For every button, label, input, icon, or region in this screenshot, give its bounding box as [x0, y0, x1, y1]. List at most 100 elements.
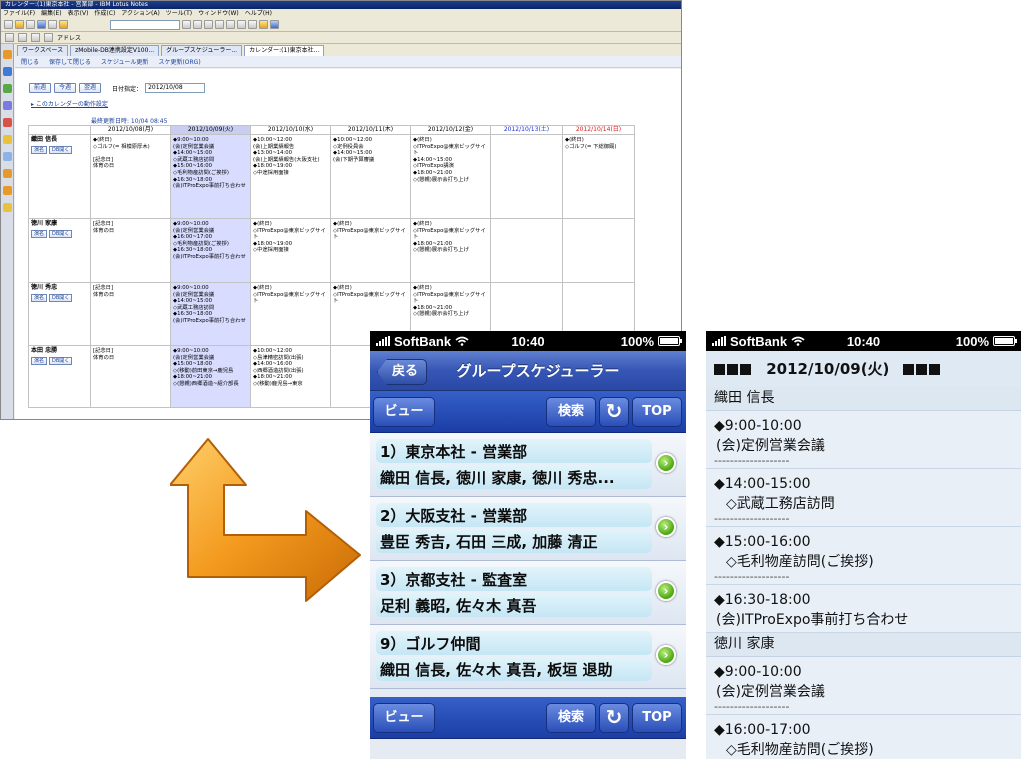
list-icon[interactable]	[215, 20, 224, 29]
save-icon[interactable]	[37, 20, 46, 29]
calendar-cell[interactable]	[490, 218, 563, 283]
calendar-cell[interactable]: ◆(終日) ◇ゴルフ(= 下総御厩)	[562, 134, 635, 219]
mail-button[interactable]: 演名	[31, 293, 48, 302]
calendar-cell[interactable]: [記念日] 体育の日	[90, 345, 171, 408]
tab-calendar[interactable]: カレンダー:(1)東京本社...	[244, 45, 325, 56]
refresh-icon[interactable]: ↻	[599, 703, 629, 733]
contacts-icon[interactable]	[2, 101, 12, 110]
calendar-cell[interactable]: ◆(終日) ◇ITProExpo@東京ビッグサイト ◆14:00~15:00 ◇…	[410, 134, 491, 219]
list-item[interactable]: ◆9:00-10:00 (会)定例営業会議 ------------------…	[706, 411, 1021, 469]
save-close-action[interactable]: 保存して閉じる	[49, 57, 91, 66]
calendar-cell[interactable]: ◆9:00~10:00 (会)定例営業会議 ◆15:00~18:00 ◇(移動)…	[170, 345, 251, 408]
mail-button[interactable]: 演名	[31, 356, 48, 365]
stop-icon[interactable]	[31, 33, 40, 42]
calendar-cell[interactable]: [記念日] 体育の日	[90, 282, 171, 346]
attach-icon[interactable]	[259, 20, 268, 29]
date-input[interactable]: 2012/10/08	[145, 83, 206, 93]
open-db-button[interactable]: DB開く	[49, 229, 73, 238]
italic-icon[interactable]	[193, 20, 202, 29]
menu-help[interactable]: ヘルプ(H)	[245, 9, 272, 18]
toolbar-button-icon[interactable]	[4, 20, 13, 29]
back-button[interactable]: 戻る	[377, 359, 428, 385]
calendar-cell[interactable]: ◆(終日) ◇ITProExpo@東京ビッグサイト ◆18:00~19:00 ◇…	[250, 218, 331, 283]
toolbar-button-icon[interactable]	[26, 20, 35, 29]
folder-icon[interactable]	[15, 20, 24, 29]
menu-action[interactable]: アクション(A)	[121, 9, 160, 18]
table-icon[interactable]	[237, 20, 246, 29]
chevron-right-icon[interactable]: ›	[656, 517, 676, 537]
list-item[interactable]: 9）ゴルフ仲間 織田 信長, 佐々木 真吾, 板垣 退助 ›	[370, 625, 686, 689]
prev-week-button[interactable]: 前週	[29, 83, 52, 93]
calendar-cell[interactable]: ◆(終日) ◇ITProExpo@東京ビッグサイト ◆18:00~21:00 ◇…	[410, 218, 491, 283]
calendar-cell[interactable]: ◆(終日) ◇ITProExpo@東京ビッグサイト	[330, 218, 411, 283]
calendar-cell[interactable]: ◆10:00~12:00 ◇定例役員会 ◆14:00~15:00 (会)下期予算…	[330, 134, 411, 219]
font-select[interactable]	[110, 19, 180, 30]
indent-icon[interactable]	[226, 20, 235, 29]
list-item[interactable]: 2）大阪支社 - 営業部 豊臣 秀吉, 石田 三成, 加藤 清正 ›	[370, 497, 686, 561]
back-icon[interactable]	[5, 33, 14, 42]
bold-icon[interactable]	[182, 20, 191, 29]
align-icon[interactable]	[204, 20, 213, 29]
mail-button[interactable]: 演名	[31, 229, 48, 238]
replicator-icon[interactable]	[2, 135, 12, 144]
home-icon[interactable]	[2, 50, 12, 59]
list-item[interactable]: 3）京都支社 - 監査室 足利 義昭, 佐々木 真吾 ›	[370, 561, 686, 625]
view-button[interactable]: ビュー	[373, 703, 435, 733]
top-button[interactable]: TOP	[632, 703, 682, 733]
tab-zmobile-settings[interactable]: zMobile-DB連携設定V100...	[70, 45, 160, 56]
open-db-button[interactable]: DB開く	[49, 356, 73, 365]
folder-icon[interactable]	[2, 186, 12, 195]
todo-icon[interactable]	[2, 118, 12, 127]
mail-button[interactable]: 演名	[31, 145, 48, 154]
database-icon[interactable]	[2, 203, 12, 212]
toolbar-button-icon[interactable]	[48, 20, 57, 29]
open-db-button[interactable]: DB開く	[49, 293, 73, 302]
chevron-right-icon[interactable]: ›	[656, 581, 676, 601]
chevron-right-icon[interactable]: ›	[656, 645, 676, 665]
link-icon[interactable]	[248, 20, 257, 29]
bookmark-icon[interactable]	[2, 152, 12, 161]
calendar-cell[interactable]: [記念日] 体育の日	[90, 218, 171, 283]
list-item[interactable]: 1）東京本社 - 営業部 織田 信長, 徳川 家康, 徳川 秀忠... ›	[370, 433, 686, 497]
menu-tools[interactable]: ツール(T)	[166, 9, 192, 18]
calendar-cell[interactable]	[562, 218, 635, 283]
menu-window[interactable]: ウィンドウ(W)	[198, 9, 239, 18]
this-week-button[interactable]: 今週	[54, 83, 77, 93]
calendar-cell[interactable]	[490, 134, 563, 219]
forward-icon[interactable]	[18, 33, 27, 42]
list-item[interactable]: ◆9:00-10:00 (会)定例営業会議 ------------------…	[706, 657, 1021, 715]
globe-icon[interactable]	[270, 20, 279, 29]
menu-create[interactable]: 作成(C)	[94, 9, 115, 18]
refresh-icon[interactable]	[44, 33, 53, 42]
calendar-settings-link[interactable]: ▸ このカレンダーの動作設定	[31, 99, 108, 108]
menu-view[interactable]: 表示(V)	[68, 9, 89, 18]
calendar-cell[interactable]: ◆(終日) ◇ゴルフ(= 相模原厚木) [記念日] 体育の日	[90, 134, 171, 219]
calendar-cell[interactable]: ◆9:00~10:00 (会)定例営業会議 ◆14:00~15:00 ◇武蔵工務…	[170, 282, 251, 346]
list-item[interactable]: ◆16:00-17:00 ◇毛利物産訪問(ご挨拶)	[706, 715, 1021, 759]
mail-icon[interactable]	[59, 20, 68, 29]
next-week-button[interactable]: 翌週	[79, 83, 102, 93]
schedule-update-org-action[interactable]: スケ更新(ORG)	[158, 57, 200, 66]
calendar-cell[interactable]: ◆10:00~12:00 ◇島津精密訪問(出張) ◆14:00~16:00 ◇西…	[250, 345, 331, 408]
mail-icon[interactable]	[2, 67, 12, 76]
view-button[interactable]: ビュー	[373, 397, 435, 427]
tab-group-scheduler[interactable]: グループスケジューラー...	[161, 45, 243, 56]
calendar-cell[interactable]: ◆10:00~12:00 (会)上期業績報告 ◆13:00~14:00 (会)上…	[250, 134, 331, 219]
calendar-icon[interactable]	[2, 84, 12, 93]
open-db-button[interactable]: DB開く	[49, 145, 73, 154]
search-button[interactable]: 検索	[546, 397, 596, 427]
close-action[interactable]: 閉じる	[21, 57, 39, 66]
tab-workspace[interactable]: ワークスペース	[17, 45, 69, 56]
calendar-cell[interactable]: ◆9:00~10:00 (会)定例営業会議 ◆16:00~17:00 ◇毛利物産…	[170, 218, 251, 283]
list-item[interactable]: ◆14:00-15:00 ◇武蔵工務店訪問 ------------------…	[706, 469, 1021, 527]
list-item[interactable]: ◆15:00-16:00 ◇毛利物産訪問(ご挨拶) --------------…	[706, 527, 1021, 585]
menu-edit[interactable]: 編集(E)	[41, 9, 61, 18]
refresh-icon[interactable]: ↻	[599, 397, 629, 427]
list-item[interactable]: ◆16:30-18:00 (会)ITProExpo事前打ち合わせ	[706, 585, 1021, 633]
top-button[interactable]: TOP	[632, 397, 682, 427]
menu-file[interactable]: ファイル(F)	[3, 9, 35, 18]
calendar-cell[interactable]: ◆(終日) ◇ITProExpo@東京ビッグサイト	[250, 282, 331, 346]
calendar-cell[interactable]: ◆9:00~10:00 (会)定例営業会議 ◆14:00~15:00 ◇武蔵工務…	[170, 134, 251, 219]
schedule-update-action[interactable]: スケジュール更新	[101, 57, 149, 66]
search-button[interactable]: 検索	[546, 703, 596, 733]
